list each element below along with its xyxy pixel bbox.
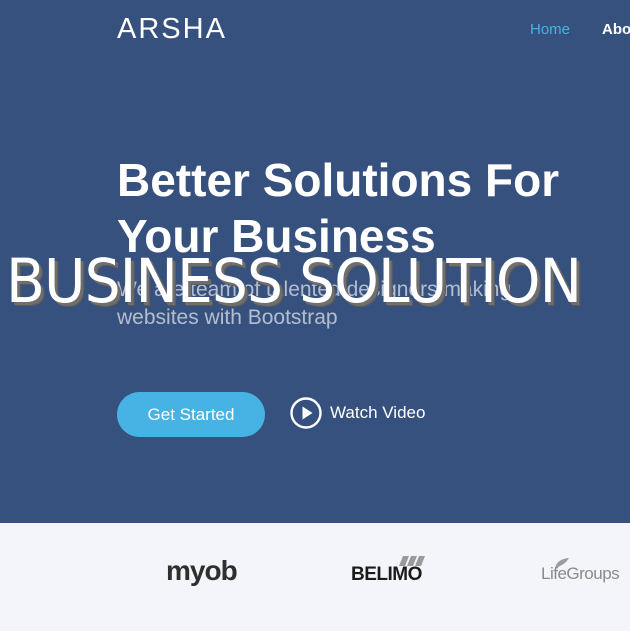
client-logo-belimo: BELIMO (351, 556, 431, 585)
nav-about[interactable]: About (602, 21, 630, 38)
nav-home[interactable]: Home (530, 21, 570, 38)
client-logo-lifegroups: LifeGroups (541, 558, 630, 588)
hero-section: ARSHA Home About Better Solutions For Yo… (0, 0, 630, 523)
lifegroups-wordmark: LifeGroups (541, 564, 620, 583)
play-circle-icon (290, 397, 322, 429)
client-logo-myob: myob (166, 555, 238, 586)
watch-video-button[interactable]: Watch Video (290, 397, 425, 429)
overlay-watermark: BUSINESS SOLUTION (6, 246, 582, 317)
main-nav: Home About (530, 21, 630, 38)
get-started-button[interactable]: Get Started (117, 392, 265, 437)
clients-section: myob BELIMO LifeGroups (0, 523, 630, 631)
belimo-wordmark: BELIMO (351, 564, 422, 585)
watch-video-label: Watch Video (330, 403, 426, 422)
brand-logo[interactable]: ARSHA (117, 13, 227, 46)
